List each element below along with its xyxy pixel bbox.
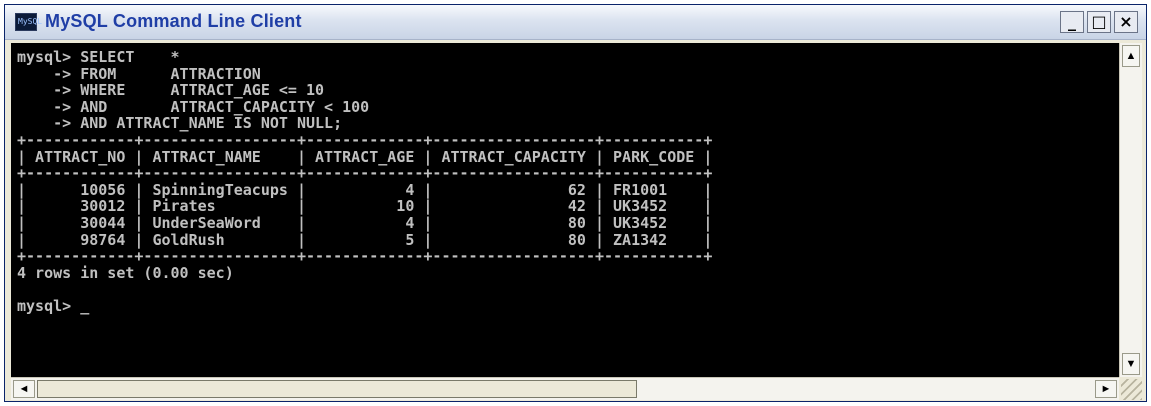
resize-grip-icon[interactable] <box>1121 379 1142 400</box>
table-row: | 10056 | SpinningTeacups | 4 | 62 | FR1… <box>17 180 713 199</box>
title-bar[interactable]: MySQL MySQL Command Line Client _ □ × <box>5 5 1146 40</box>
scroll-up-arrow-icon[interactable]: ▲ <box>1122 45 1140 67</box>
horizontal-scroll-thumb[interactable] <box>37 380 637 398</box>
console-app-icon[interactable]: MySQL <box>15 13 42 31</box>
horizontal-scrollbar[interactable]: ◄ ► <box>11 377 1119 400</box>
mysql-client-window: MySQL MySQL Command Line Client _ □ × my… <box>4 4 1147 402</box>
close-button[interactable]: × <box>1114 11 1138 33</box>
table-row: | 30044 | UnderSeaWord | 4 | 80 | UK3452… <box>17 213 713 232</box>
table-border: +------------+-----------------+--------… <box>17 130 713 149</box>
query-line: mysql> SELECT * <box>17 48 180 66</box>
vertical-scrollbar[interactable]: ▲ ▼ <box>1119 43 1142 377</box>
prompt: mysql> <box>17 296 72 315</box>
table-border: +------------+-----------------+--------… <box>17 164 713 183</box>
result-summary: 4 rows in set (0.00 sec) <box>17 263 234 282</box>
table-row: | 98764 | GoldRush | 5 | 80 | ZA1342 | <box>17 230 713 249</box>
minimize-button[interactable]: _ <box>1060 11 1084 33</box>
query-line: -> WHERE ATTRACT_AGE <= 10 <box>17 81 325 100</box>
query-line: -> AND ATTRACT_CAPACITY < 100 <box>17 97 370 116</box>
table-header-row: | ATTRACT_NO | ATTRACT_NAME | ATTRACT_AG… <box>17 147 713 166</box>
query-line: -> AND ATTRACT_NAME IS NOT NULL; <box>17 114 343 133</box>
scroll-down-arrow-icon[interactable]: ▼ <box>1122 353 1140 375</box>
table-border: +------------+-----------------+--------… <box>17 247 713 266</box>
console-text: mysql> SELECT * -> FROM ATTRACTION -> WH… <box>11 43 1119 315</box>
window-title: MySQL Command Line Client <box>45 11 302 31</box>
query-line: -> FROM ATTRACTION <box>17 64 261 83</box>
scroll-right-arrow-icon[interactable]: ► <box>1095 380 1117 398</box>
scroll-left-arrow-icon[interactable]: ◄ <box>13 380 35 398</box>
maximize-button[interactable]: □ <box>1087 11 1111 33</box>
console-output[interactable]: mysql> SELECT * -> FROM ATTRACTION -> WH… <box>11 43 1119 377</box>
result-table: +------------+-----------------+--------… <box>17 131 712 265</box>
text-cursor: _ <box>80 296 90 315</box>
table-row: | 30012 | Pirates | 10 | 42 | UK3452 | <box>17 197 713 216</box>
